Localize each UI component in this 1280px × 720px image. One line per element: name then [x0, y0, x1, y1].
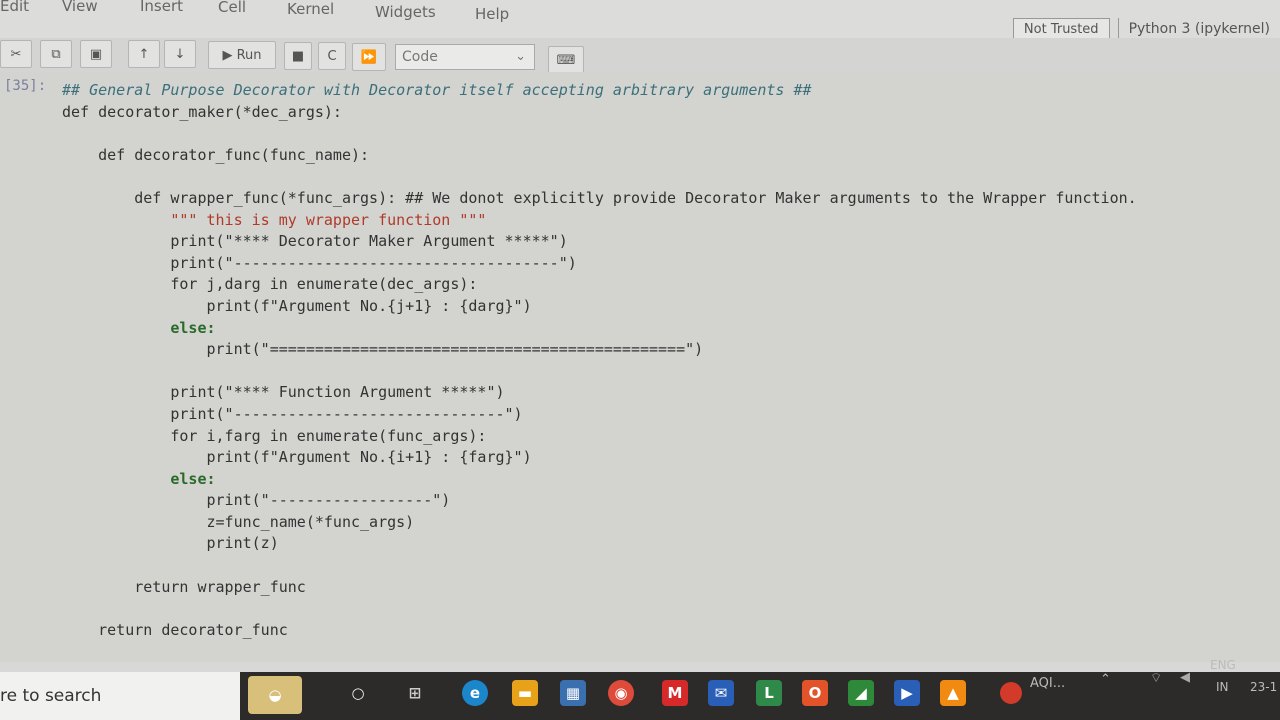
restart-icon: C: [327, 48, 337, 64]
wifi-icon[interactable]: ⌔: [1150, 670, 1162, 686]
paste-icon: ▣: [89, 46, 103, 62]
code-line: """ this is my wrapper function """: [62, 210, 487, 229]
media-icon[interactable]: ▶: [894, 680, 920, 706]
code-line: print(f"Argument No.{j+1} : {darg}"): [62, 296, 532, 315]
menu-view[interactable]: View: [62, 0, 98, 15]
move-up-icon: ↑: [138, 46, 150, 62]
move-up-button[interactable]: ↑: [128, 40, 160, 68]
code-line: print("=================================…: [62, 340, 704, 359]
task-view-icon[interactable]: ⊞: [402, 680, 428, 706]
fast-forward-icon: ⏩: [360, 49, 378, 65]
code-line: def wrapper_func(*func_args): ## We dono…: [62, 188, 1137, 207]
cell-type-label: Code: [402, 49, 438, 65]
code-line: else:: [62, 318, 216, 337]
code-line: def decorator_func(func_name):: [62, 145, 370, 164]
store-icon[interactable]: ▦: [560, 680, 586, 706]
language-label[interactable]: ENG: [1210, 658, 1236, 672]
volume-icon[interactable]: ◀: [1180, 670, 1190, 685]
code-line: print("**** Decorator Maker Argument ***…: [62, 232, 568, 251]
run-label: Run: [236, 47, 262, 63]
clock-date[interactable]: 23-1: [1250, 680, 1277, 694]
cell-type-select[interactable]: Code ⌄: [395, 44, 535, 70]
file-explorer-icon[interactable]: ▬: [512, 680, 538, 706]
menu-help[interactable]: Help: [475, 5, 509, 23]
cut-icon: ✂: [10, 46, 22, 62]
code-line: for i,farg in enumerate(func_args):: [62, 426, 487, 445]
restart-button[interactable]: C: [318, 42, 346, 70]
code-line: ## General Purpose Decorator with Decora…: [62, 81, 812, 99]
copy-icon: ⧉: [51, 46, 61, 62]
aqi-icon[interactable]: [1000, 682, 1022, 704]
chevron-up-icon[interactable]: ⌃: [1100, 672, 1111, 687]
paste-button[interactable]: ▣: [80, 40, 112, 68]
code-line: def decorator_maker(*dec_args):: [62, 102, 342, 121]
menu-edit[interactable]: Edit: [0, 0, 29, 15]
mail-icon[interactable]: ✉: [708, 680, 734, 706]
code-line: print(f"Argument No.{i+1} : {farg}"): [62, 448, 532, 467]
mcafee-icon[interactable]: M: [662, 680, 688, 706]
chevron-down-icon: ⌄: [515, 49, 526, 64]
menu-widgets[interactable]: Widgets: [375, 3, 436, 21]
code-line: return decorator_func: [62, 620, 288, 639]
code-line: return wrapper_func: [62, 577, 306, 596]
lens-icon[interactable]: L: [756, 680, 782, 706]
move-down-button[interactable]: ↓: [164, 40, 196, 68]
code-line: z=func_name(*func_args): [62, 512, 415, 531]
code-line: print("------------------------------"): [62, 404, 523, 423]
menu-cell[interactable]: Cell: [218, 0, 246, 16]
move-down-icon: ↓: [174, 46, 186, 62]
aqi-label[interactable]: AQI...: [1030, 676, 1065, 691]
search-placeholder: re to search: [0, 686, 102, 706]
run-button[interactable]: ▶ Run: [208, 41, 276, 69]
terminal-icon[interactable]: ◢: [848, 680, 874, 706]
stop-icon: ■: [291, 48, 305, 64]
code-line: print(z): [62, 534, 279, 553]
region-label[interactable]: IN: [1216, 680, 1229, 694]
stop-button[interactable]: ■: [284, 42, 312, 70]
command-palette-button[interactable]: ⌨: [548, 46, 584, 74]
office-icon[interactable]: O: [802, 680, 828, 706]
cortana-icon[interactable]: ○: [345, 680, 371, 706]
cut-button[interactable]: ✂: [0, 40, 32, 68]
code-line: else:: [62, 469, 216, 488]
chrome-icon[interactable]: ◉: [608, 680, 634, 706]
search-thumbnail-icon[interactable]: ◒: [248, 676, 302, 714]
code-line: print("**** Function Argument *****"): [62, 383, 505, 402]
keyboard-icon: ⌨: [556, 52, 576, 68]
code-line: for j,darg in enumerate(dec_args):: [62, 275, 478, 294]
code-editor[interactable]: ## General Purpose Decorator with Decora…: [62, 80, 1137, 641]
code-line: print("---------------------------------…: [62, 253, 577, 272]
menu-kernel[interactable]: Kernel: [287, 0, 334, 18]
edge-icon[interactable]: e: [462, 680, 488, 706]
run-icon: ▶: [222, 47, 237, 63]
restart-run-all-button[interactable]: ⏩: [352, 43, 386, 71]
code-line: print("------------------"): [62, 491, 451, 510]
vlc-icon[interactable]: ▲: [940, 680, 966, 706]
copy-button[interactable]: ⧉: [40, 40, 72, 68]
menu-insert[interactable]: Insert: [140, 0, 183, 15]
cell-prompt: [35]:: [4, 78, 47, 94]
